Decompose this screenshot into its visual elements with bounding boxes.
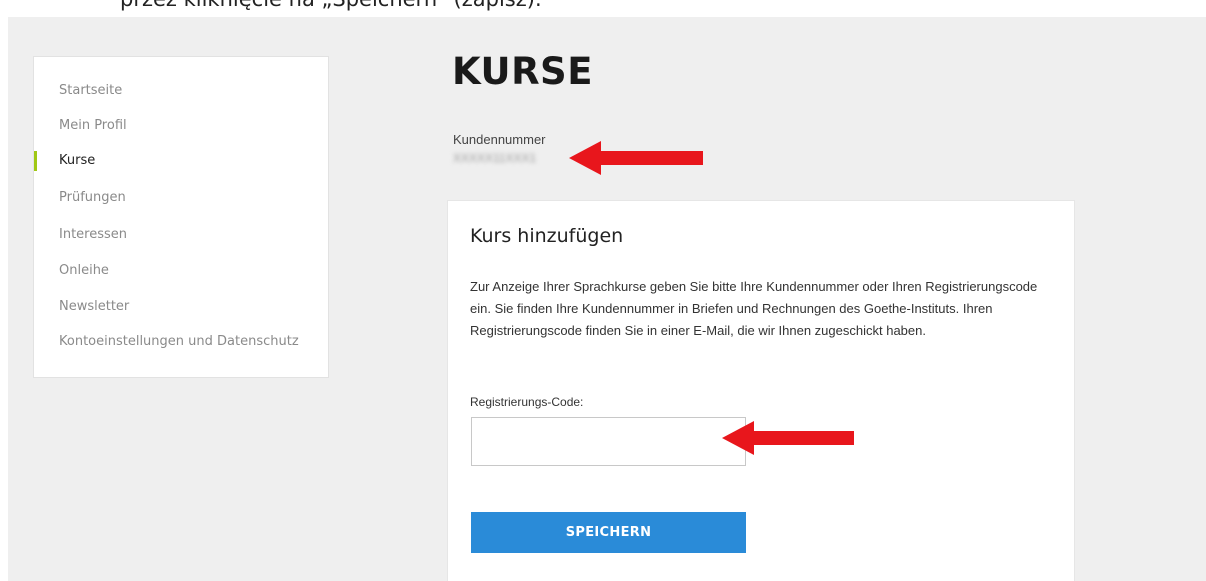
- sidebar-item-kontoeinstellungen[interactable]: Kontoeinstellungen und Datenschutz: [59, 330, 299, 354]
- sidebar-item-mein-profil[interactable]: Mein Profil: [59, 114, 127, 138]
- active-nav-marker: [34, 151, 37, 171]
- sidebar-item-kurse[interactable]: Kurse: [59, 149, 95, 173]
- card-heading: Kurs hinzufügen: [470, 225, 624, 247]
- customer-number-label: Kundennummer: [453, 132, 546, 147]
- add-course-card: Kurs hinzufügen Zur Anzeige Ihrer Sprach…: [447, 200, 1075, 581]
- registration-code-label: Registrierungs-Code:: [470, 395, 584, 409]
- registration-code-input[interactable]: [471, 417, 746, 466]
- customer-number-value: XXXXX11XXX1: [453, 151, 537, 165]
- arrow-to-customer-number-icon: [569, 141, 703, 175]
- sidebar-nav: Startseite Mein Profil Kurse Prüfungen I…: [33, 56, 329, 378]
- sidebar-item-interessen[interactable]: Interessen: [59, 223, 127, 247]
- sidebar-item-onleihe[interactable]: Onleihe: [59, 259, 109, 283]
- sidebar-item-pruefungen[interactable]: Prüfungen: [59, 186, 126, 210]
- page-title: KURSE: [452, 50, 593, 93]
- save-button[interactable]: SPEICHERN: [471, 512, 746, 553]
- sidebar-item-startseite[interactable]: Startseite: [59, 79, 122, 103]
- card-description: Zur Anzeige Ihrer Sprachkurse geben Sie …: [470, 279, 1038, 338]
- arrow-to-code-input-icon: [722, 421, 854, 455]
- sidebar-item-newsletter[interactable]: Newsletter: [59, 295, 129, 319]
- instruction-caption: przez kliknięcie na „Speichern” (zapisz)…: [120, 0, 542, 11]
